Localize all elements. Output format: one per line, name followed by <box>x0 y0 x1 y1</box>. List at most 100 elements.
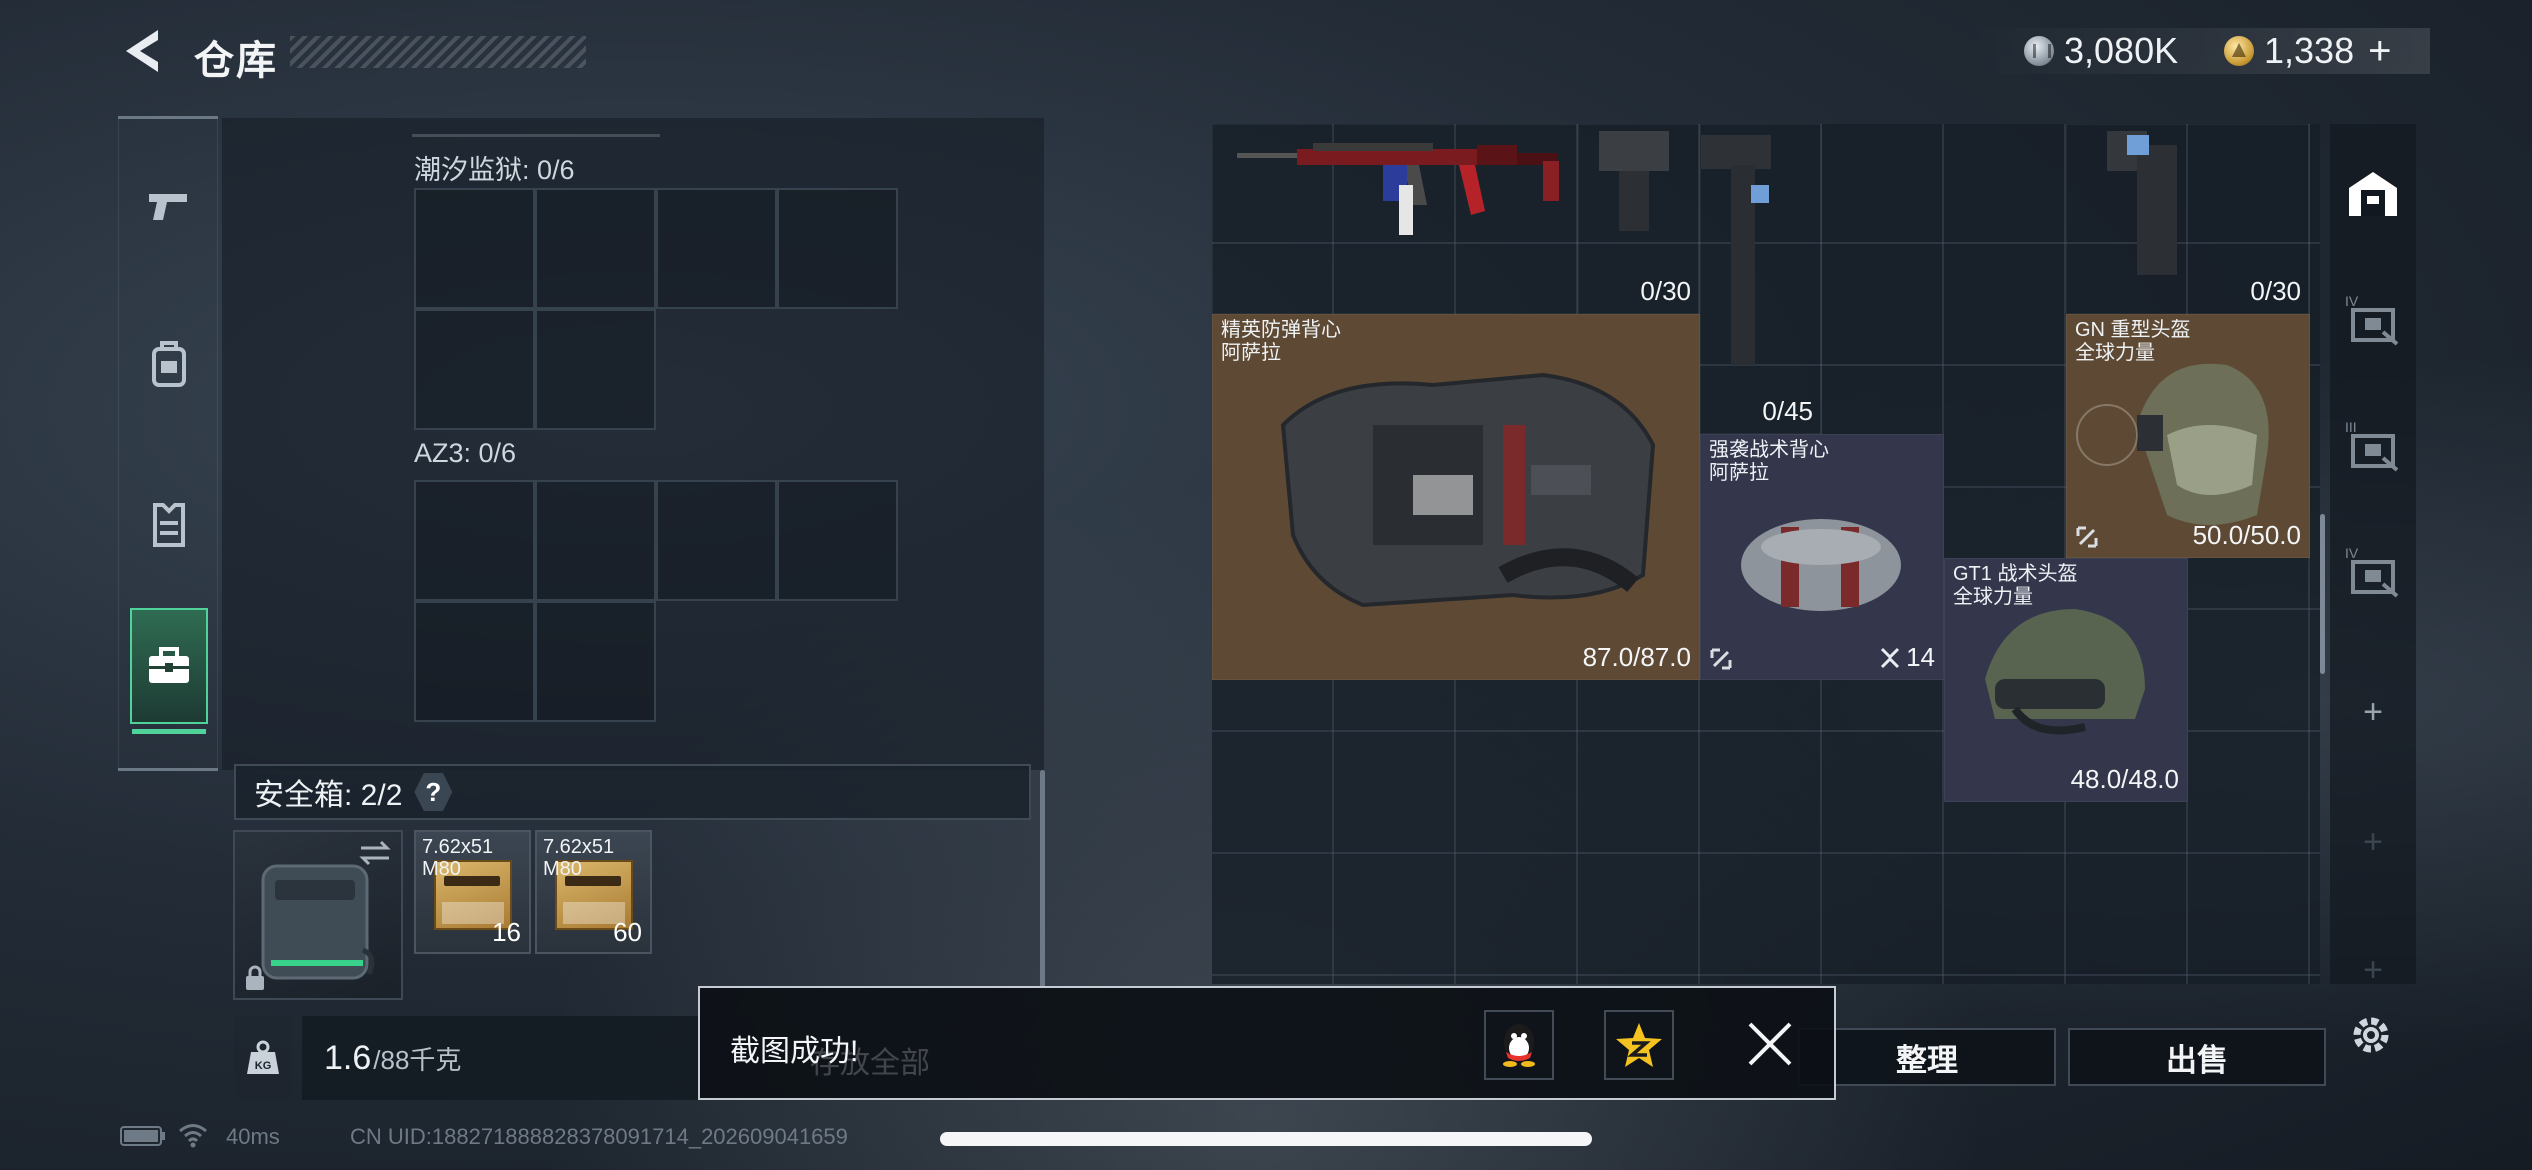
storage-item-helmet-gn[interactable]: GN 重型头盔 全球力量 50.0/50.0 <box>2066 314 2310 558</box>
warehouse-icon <box>2349 172 2397 216</box>
ammo-item[interactable]: 7.62x51 M80 60 <box>535 830 652 954</box>
settings-gear-icon[interactable] <box>2346 1010 2396 1060</box>
capacity: 14 <box>1880 642 1935 673</box>
tier-label: III <box>2345 419 2357 435</box>
case-slot[interactable] <box>414 480 535 601</box>
item-name: 强袭战术背心 阿萨拉 <box>1709 439 1829 485</box>
briefcase-icon <box>149 647 189 683</box>
repair-icon <box>1710 648 1732 670</box>
durability: 48.0/48.0 <box>2070 764 2179 794</box>
left-scrollbar[interactable] <box>1040 770 1045 988</box>
item-name-line1: GT1 战术头盔 <box>1953 563 2078 585</box>
rifle-icon <box>1237 143 1559 235</box>
sell-button[interactable]: 出售 <box>2068 1028 2326 1086</box>
rail-tab-cases[interactable] <box>130 608 208 734</box>
item-name: 精英防弹背心 阿萨拉 <box>1221 319 1341 365</box>
ammo-count: 60 <box>613 917 642 947</box>
qq-icon <box>1503 1024 1535 1067</box>
tab-locked-storage[interactable]: IV <box>2336 268 2410 368</box>
share-qzone-button[interactable] <box>1604 1010 1674 1080</box>
item-name: GN 重型头盔 全球力量 <box>2075 319 2191 365</box>
sort-button[interactable]: 整理 <box>1798 1028 2056 1086</box>
add-currency-button[interactable]: + <box>2368 29 2391 74</box>
ammo-capacity: 0/30 <box>2250 276 2301 306</box>
add-icon: + <box>2363 822 2383 861</box>
close-icon[interactable] <box>1744 1018 1796 1070</box>
weight-kg-icon: KG <box>247 1040 279 1074</box>
vest-icon <box>153 503 185 547</box>
safe-box-title: 安全箱: 2/2 <box>254 779 403 812</box>
screenshot-toast: 存放全部 截图成功! <box>698 986 1836 1100</box>
storage-item-rifle-a[interactable]: 0/30 <box>1578 124 1700 314</box>
case-slot[interactable] <box>414 601 535 722</box>
weight-indicator: KG <box>234 1016 292 1100</box>
locked-storage-icon: IV <box>2345 545 2399 598</box>
storage-item-rifle-c[interactable]: 0/30 <box>2066 124 2310 314</box>
locked-storage-icon: IV <box>2345 293 2399 346</box>
currency-gold[interactable]: 1,338 + <box>2224 28 2391 74</box>
ammo-name-line1: 7.62x51 <box>422 836 494 858</box>
safe-box-slot[interactable] <box>233 830 403 1000</box>
pistol-icon <box>149 194 187 220</box>
item-name-line2: 阿萨拉 <box>1709 462 1769 484</box>
tier-label: IV <box>2345 545 2359 561</box>
uid-label: CN UID:18827188882837809171​4_2026090416… <box>350 1124 848 1149</box>
case-slot[interactable] <box>535 309 656 430</box>
tab-add-storage[interactable]: + <box>2336 662 2410 762</box>
ammo-item[interactable]: 7.62x51 M80 16 <box>414 830 531 954</box>
durability: 50.0/50.0 <box>2192 520 2301 550</box>
ammo-count: 16 <box>492 917 521 947</box>
ping-label: 40ms <box>226 1124 280 1149</box>
rail-top-line <box>118 116 218 119</box>
case-slot[interactable] <box>777 188 898 309</box>
case-slot[interactable] <box>535 188 656 309</box>
lock-icon <box>246 965 264 990</box>
storage-item-bag-assault[interactable]: 强袭战术背心 阿萨拉 14 <box>1700 434 1944 680</box>
rail-tab-vests[interactable] <box>130 466 208 582</box>
gold-coin-icon <box>2224 36 2254 66</box>
tab-add-storage[interactable]: + <box>2336 792 2410 892</box>
swap-icon[interactable] <box>357 838 393 868</box>
tab-add-storage[interactable]: + <box>2336 920 2410 1020</box>
ammo-capacity: 0/45 <box>1762 396 1813 426</box>
silver-amount: 3,080K <box>2064 30 2179 71</box>
case-slot[interactable] <box>535 601 656 722</box>
tab-locked-storage[interactable]: III <box>2336 394 2410 494</box>
wifi-icon <box>179 1124 207 1148</box>
back-arrow-icon[interactable] <box>118 26 164 76</box>
add-icon: + <box>2363 950 2383 989</box>
case-slot[interactable] <box>414 188 535 309</box>
vest-icon <box>1280 372 1656 608</box>
case-slot[interactable] <box>535 480 656 601</box>
case-slot[interactable] <box>656 480 777 601</box>
rail-tab-equipment[interactable] <box>130 306 208 422</box>
share-qq-button[interactable] <box>1484 1010 1554 1080</box>
tab-locked-storage[interactable]: IV <box>2336 520 2410 620</box>
item-name-line1: GN 重型头盔 <box>2075 319 2191 341</box>
battery-icon <box>120 1126 165 1146</box>
page-title: 仓库 <box>194 39 278 83</box>
repair-icon <box>2076 526 2098 548</box>
case-slot[interactable] <box>414 309 535 430</box>
ammo-name-line2: M80 <box>543 858 582 880</box>
weight-icon-text: KG <box>255 1060 272 1072</box>
tab-warehouse[interactable] <box>2336 144 2410 244</box>
storage-item-rifle-b[interactable]: 0/45 <box>1700 124 1822 434</box>
add-icon: + <box>2363 692 2383 731</box>
currency-silver: 3,080K <box>2024 28 2178 74</box>
storage-scrollbar[interactable] <box>2320 514 2325 674</box>
case-slot[interactable] <box>777 480 898 601</box>
item-name-line1: 强袭战术背心 <box>1709 439 1829 461</box>
rail-tab-weapons[interactable] <box>130 148 208 264</box>
storage-item-vest-elite[interactable]: 精英防弹背心 阿萨拉 87.0/87.0 <box>1212 314 1700 680</box>
help-button[interactable]: ? <box>414 773 453 811</box>
case-slot[interactable] <box>656 188 777 309</box>
item-name-line2: 全球力量 <box>2075 342 2155 364</box>
home-indicator[interactable] <box>940 1132 1592 1146</box>
ammo-name-line1: 7.62x51 <box>543 836 615 858</box>
storage-item-helmet-gt1[interactable]: GT1 战术头盔 全球力量 48.0/48.0 <box>1944 558 2188 802</box>
locked-storage-icon: III <box>2345 419 2399 472</box>
safe-box-header: 安全箱: 2/2 ? <box>234 764 1031 820</box>
storage-item-rifle-red[interactable] <box>1212 124 1578 314</box>
qzone-icon <box>1616 1023 1662 1067</box>
